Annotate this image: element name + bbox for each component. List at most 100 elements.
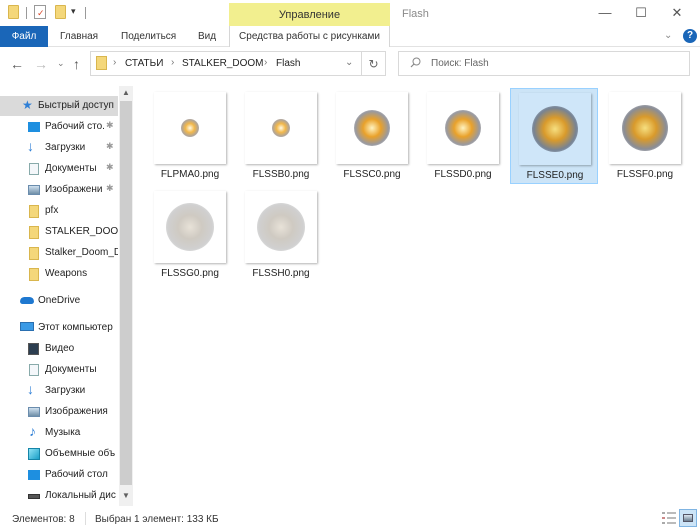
search-icon bbox=[410, 57, 421, 71]
breadcrumb-separator: › bbox=[264, 57, 268, 68]
sidebar-item-weapons[interactable]: Weapons bbox=[0, 264, 118, 284]
file-item[interactable]: FLSSB0.png bbox=[237, 88, 325, 184]
refresh-button[interactable]: ↻ bbox=[362, 51, 386, 76]
sidebar-item-label: Этот компьютер bbox=[38, 322, 113, 333]
sidebar-item-desktop[interactable]: Рабочий сто. ✱ bbox=[0, 117, 118, 137]
folder-icon bbox=[29, 205, 39, 218]
address-dropdown-icon[interactable]: ⌄ bbox=[345, 57, 353, 68]
sidebar-item-pictures[interactable]: Изображени ✱ bbox=[0, 180, 118, 200]
help-icon[interactable]: ? bbox=[683, 29, 697, 43]
sidebar-item-label: OneDrive bbox=[38, 295, 81, 306]
sidebar-item-quick-access[interactable]: ★ Быстрый доступ bbox=[0, 96, 118, 116]
image-thumbnail bbox=[245, 191, 317, 263]
item-count: Элементов: 8 bbox=[12, 514, 75, 525]
sidebar-item-label: Изображени bbox=[45, 184, 103, 195]
sidebar-item-documents[interactable]: Документы bbox=[0, 360, 118, 380]
tab-picture-tools[interactable]: Средства работы с рисунками bbox=[229, 26, 390, 47]
breadcrumb-item[interactable]: Flash bbox=[276, 58, 300, 69]
scroll-down-arrow[interactable]: ▼ bbox=[120, 491, 132, 500]
file-name: FLSSB0.png bbox=[252, 169, 310, 180]
file-name: FLSSC0.png bbox=[343, 169, 401, 180]
explosion-sprite bbox=[445, 110, 481, 146]
sidebar-item-label: Загрузки bbox=[45, 385, 86, 396]
toolbar-divider bbox=[85, 7, 86, 19]
explosion-sprite bbox=[272, 119, 290, 137]
sidebar-item-stalker-doom-d[interactable]: Stalker_Doom_D bbox=[0, 243, 118, 263]
customize-dropdown-icon[interactable]: ▾ bbox=[71, 6, 76, 17]
sidebar-item-dvd-drive[interactable]: DVD-дисковод ( bbox=[0, 503, 118, 506]
file-item[interactable]: FLSSG0.png bbox=[146, 187, 234, 283]
tab-home[interactable]: Главная bbox=[60, 26, 98, 47]
folder-icon bbox=[29, 226, 39, 239]
explosion-sprite bbox=[354, 110, 390, 146]
file-item[interactable]: FLSSD0.png bbox=[419, 88, 507, 184]
sidebar-item-label: Рабочий сто. bbox=[45, 121, 105, 132]
sidebar-item-onedrive[interactable]: OneDrive bbox=[0, 291, 118, 311]
file-item[interactable]: FLSSH0.png bbox=[237, 187, 325, 283]
tab-view[interactable]: Вид bbox=[198, 26, 216, 47]
videos-icon bbox=[28, 343, 39, 355]
breadcrumb-item[interactable]: СТАТЬИ bbox=[125, 58, 163, 69]
file-name: FLSSH0.png bbox=[252, 268, 310, 279]
forward-button[interactable]: → bbox=[34, 56, 48, 72]
sidebar-item-downloads[interactable]: ↓ Загрузки bbox=[0, 381, 118, 401]
sidebar-item-label: Объемные объ bbox=[45, 448, 116, 459]
sidebar-item-label: Stalker_Doom_D bbox=[45, 247, 118, 258]
sidebar-item-desktop[interactable]: Рабочий стол bbox=[0, 465, 118, 485]
sidebar-item-pictures[interactable]: Изображения bbox=[0, 402, 118, 422]
sidebar-item-stalker-doom[interactable]: STALKER_DOOM bbox=[0, 222, 118, 242]
sidebar-item-label: Локальный дис bbox=[45, 490, 116, 501]
status-divider bbox=[85, 512, 86, 525]
sidebar-item-videos[interactable]: Видео bbox=[0, 339, 118, 359]
selection-info: Выбран 1 элемент: 133 КБ bbox=[95, 514, 219, 525]
up-button[interactable]: ↑ bbox=[73, 56, 80, 72]
details-view-button[interactable] bbox=[662, 511, 676, 525]
file-name: FLPMA0.png bbox=[160, 169, 220, 180]
recent-locations-icon[interactable]: ⌄ bbox=[57, 58, 65, 69]
new-folder-icon[interactable] bbox=[55, 5, 66, 19]
pin-icon: ✱ bbox=[106, 141, 114, 151]
breadcrumb-item[interactable]: STALKER_DOOM bbox=[182, 58, 264, 69]
sidebar-item-documents[interactable]: Документы ✱ bbox=[0, 159, 118, 179]
scrollbar-thumb[interactable] bbox=[120, 101, 132, 485]
minimize-button[interactable]: — bbox=[590, 4, 620, 22]
file-name: FLSSD0.png bbox=[434, 169, 492, 180]
sidebar-item-this-pc[interactable]: Этот компьютер bbox=[0, 318, 118, 338]
file-item[interactable]: FLSSF0.png bbox=[601, 88, 689, 184]
image-thumbnail bbox=[609, 92, 681, 164]
explosion-sprite bbox=[257, 203, 305, 251]
file-item[interactable]: FLPMA0.png bbox=[146, 88, 234, 184]
back-button[interactable]: ← bbox=[10, 56, 24, 72]
large-icons-icon bbox=[683, 514, 693, 522]
desktop-icon bbox=[28, 470, 40, 480]
onedrive-icon bbox=[20, 297, 34, 304]
folder-icon bbox=[29, 268, 39, 281]
image-thumbnail bbox=[245, 92, 317, 164]
close-button[interactable]: ✕ bbox=[662, 4, 692, 22]
sidebar-item-pfx[interactable]: pfx bbox=[0, 201, 118, 221]
file-item[interactable]: FLSSC0.png bbox=[328, 88, 416, 184]
sidebar-item-downloads[interactable]: ↓ Загрузки ✱ bbox=[0, 138, 118, 158]
properties-icon[interactable]: ✓ bbox=[34, 5, 46, 19]
star-icon: ★ bbox=[22, 98, 33, 112]
explosion-sprite bbox=[166, 203, 214, 251]
tab-share[interactable]: Поделиться bbox=[121, 26, 176, 47]
image-thumbnail bbox=[154, 191, 226, 263]
sidebar-item-3d-objects[interactable]: Объемные объ bbox=[0, 444, 118, 464]
tab-file[interactable]: Файл bbox=[0, 26, 48, 47]
maximize-button[interactable]: ☐ bbox=[626, 4, 656, 22]
sidebar-item-label: pfx bbox=[45, 205, 59, 216]
folder-icon bbox=[96, 56, 107, 70]
large-icons-view-button[interactable] bbox=[679, 509, 697, 527]
scroll-up-arrow[interactable]: ▲ bbox=[120, 88, 132, 97]
folder-icon[interactable] bbox=[8, 5, 19, 19]
toolbar-divider bbox=[26, 7, 27, 19]
sidebar-item-label: Документы bbox=[45, 364, 97, 375]
sidebar-item-music[interactable]: ♪ Музыка bbox=[0, 423, 118, 443]
desktop-icon bbox=[28, 122, 40, 132]
file-item[interactable]: FLSSE0.png bbox=[510, 88, 598, 184]
downloads-icon: ↓ bbox=[27, 381, 34, 397]
computer-icon bbox=[20, 322, 34, 331]
expand-ribbon-icon[interactable]: ⌄ bbox=[664, 30, 672, 41]
explosion-sprite bbox=[532, 106, 578, 152]
